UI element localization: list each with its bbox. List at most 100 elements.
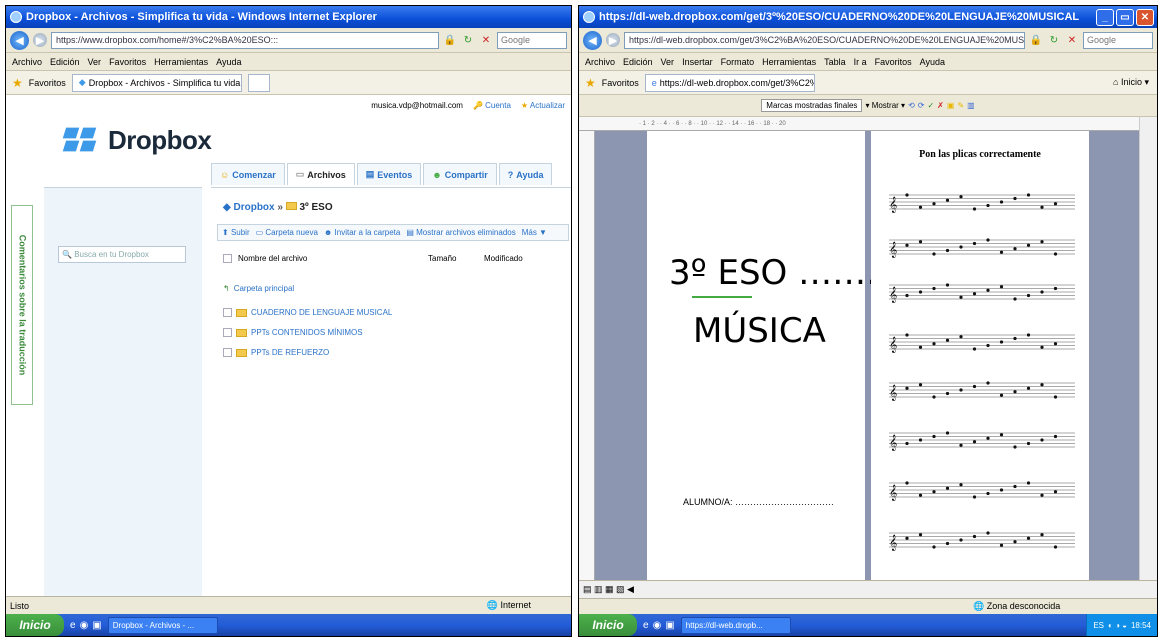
next-change-icon[interactable]: ⟳ <box>918 101 925 110</box>
menu-ayuda[interactable]: Ayuda <box>920 57 945 67</box>
taskbar-task[interactable]: https://dl-web.dropb... <box>680 616 791 634</box>
file-name[interactable]: PPTs CONTENIDOS MÍNIMOS <box>251 328 363 337</box>
home-button[interactable]: ⌂ Inicio ▾ <box>1113 77 1149 88</box>
favorites-button[interactable]: Favoritos <box>29 78 66 88</box>
comment-icon[interactable]: ▣ <box>947 101 955 110</box>
back-button[interactable]: ◀ <box>10 30 29 50</box>
row-checkbox[interactable] <box>223 348 232 357</box>
refresh-icon[interactable]: ↻ <box>1047 33 1061 47</box>
note-head <box>986 288 990 292</box>
file-name[interactable]: CUADERNO DE LENGUAJE MUSICAL <box>251 308 392 317</box>
menu-edicion[interactable]: Edición <box>50 57 80 67</box>
start-button[interactable]: Inicio <box>6 614 64 636</box>
column-size[interactable]: Tamaño <box>428 254 484 263</box>
menu-herramientas[interactable]: Herramientas <box>154 57 208 67</box>
favorites-button[interactable]: Favoritos <box>602 78 639 88</box>
view-buttons[interactable]: ▤ ▥ ▦ ▧ ◀ <box>583 584 634 595</box>
vertical-scrollbar[interactable] <box>1139 117 1157 580</box>
row-checkbox[interactable] <box>223 308 232 317</box>
forward-button[interactable]: ▶ <box>33 33 47 47</box>
desktop-icon[interactable]: ▣ <box>665 620 674 631</box>
menu-formato[interactable]: Formato <box>721 57 755 67</box>
language-indicator[interactable]: ES <box>1093 621 1104 630</box>
menu-herramientas[interactable]: Herramientas <box>762 57 816 67</box>
tab-comenzar[interactable]: ☺ Comenzar <box>211 163 285 185</box>
reject-icon[interactable]: ✗ <box>937 101 944 110</box>
new-folder-button[interactable]: ▭ Carpeta nueva <box>256 228 318 237</box>
menu-ir-a[interactable]: Ir a <box>854 57 867 67</box>
browser-tab[interactable]: ◆ Dropbox - Archivos - Simplifica tu vid… <box>71 73 242 92</box>
file-row[interactable]: CUADERNO DE LENGUAJE MUSICAL <box>223 308 392 317</box>
refresh-icon[interactable]: ↻ <box>461 33 475 47</box>
note-head <box>945 248 950 253</box>
stop-icon[interactable]: ✕ <box>1065 33 1079 47</box>
lock-icon[interactable]: 🔒 <box>443 33 457 47</box>
tray-icons[interactable]: ◐ ◑ ◒ <box>1108 621 1127 630</box>
close-button[interactable]: ✕ <box>1136 8 1154 26</box>
invite-button[interactable]: ☻ Invitar a la carpeta <box>324 228 400 237</box>
taskbar-task[interactable]: Dropbox - Archivos - ... <box>107 616 218 634</box>
menu-ayuda[interactable]: Ayuda <box>216 57 241 67</box>
media-icon[interactable]: ◉ <box>653 620 662 631</box>
markup-dropdown[interactable]: Marcas mostradas finales <box>761 99 863 112</box>
update-link[interactable]: ★ Actualizar <box>521 101 565 110</box>
file-name[interactable]: PPTs DE REFUERZO <box>251 348 329 357</box>
start-button[interactable]: Inicio <box>579 614 637 636</box>
treble-clef-icon: 𝄞 <box>889 485 897 501</box>
account-link[interactable]: 🔑 Cuenta <box>473 101 511 110</box>
menu-insertar[interactable]: Insertar <box>682 57 713 67</box>
taskbar: Inicio e ◉ ▣ Dropbox - Archivos - ... <box>6 614 571 636</box>
prev-change-icon[interactable]: ⟲ <box>908 101 915 110</box>
breadcrumb-root[interactable]: Dropbox <box>233 202 274 213</box>
feedback-tab[interactable]: Comentarios sobre la traducción <box>11 205 33 405</box>
menu-archivo[interactable]: Archivo <box>12 57 42 67</box>
search-input[interactable]: Google <box>497 31 567 49</box>
address-input[interactable]: https://www.dropbox.com/home#/3%C2%BA%20… <box>51 31 439 49</box>
menu-favoritos[interactable]: Favoritos <box>875 57 912 67</box>
highlight-icon[interactable]: ✎ <box>957 101 964 110</box>
ie-icon[interactable]: e <box>70 620 76 631</box>
maximize-button[interactable]: ▭ <box>1116 8 1134 26</box>
lock-icon[interactable]: 🔒 <box>1029 33 1043 47</box>
search-input[interactable]: Google <box>1083 31 1153 49</box>
show-deleted-button[interactable]: ▤ Mostrar archivos eliminados <box>406 228 515 237</box>
select-all-checkbox[interactable] <box>223 254 232 263</box>
row-checkbox[interactable] <box>223 328 232 337</box>
media-icon[interactable]: ◉ <box>80 620 89 631</box>
address-input[interactable]: https://dl-web.dropbox.com/get/3%C2%BA%2… <box>624 31 1025 49</box>
tab-ayuda[interactable]: ? Ayuda <box>498 163 553 185</box>
menu-tabla[interactable]: Tabla <box>824 57 846 67</box>
accept-icon[interactable]: ✓ <box>927 101 934 110</box>
column-name[interactable]: Nombre del archivo <box>238 254 428 263</box>
ie-icon[interactable]: e <box>643 620 649 631</box>
file-row[interactable]: PPTs CONTENIDOS MÍNIMOS <box>223 328 363 337</box>
parent-folder-link[interactable]: ↰ Carpeta principal <box>223 284 294 293</box>
browser-tab[interactable]: e https://dl-web.dropbox.com/get/3%C2%BA… <box>644 73 815 92</box>
minimize-button[interactable]: _ <box>1096 8 1114 26</box>
more-button[interactable]: Más ▼ <box>522 228 547 237</box>
tab-eventos[interactable]: ▤ Eventos <box>356 163 422 185</box>
menu-ver[interactable]: Ver <box>661 57 675 67</box>
upload-button[interactable]: ⬆ Subir <box>222 228 250 237</box>
new-tab-button[interactable] <box>247 73 270 92</box>
note-head <box>1040 533 1044 537</box>
tab-compartir[interactable]: ☻ Compartir <box>423 163 497 185</box>
vertical-ruler[interactable] <box>579 131 595 580</box>
menu-edicion[interactable]: Edición <box>623 57 653 67</box>
back-button[interactable]: ◀ <box>583 30 602 50</box>
stop-icon[interactable]: ✕ <box>479 33 493 47</box>
dropbox-search-input[interactable]: 🔍 Busca en tu Dropbox <box>58 246 186 263</box>
desktop-icon[interactable]: ▣ <box>92 620 101 631</box>
file-row[interactable]: PPTs DE REFUERZO <box>223 348 329 357</box>
horizontal-ruler[interactable]: · 1 · 2 · · 4 · · 6 · · 8 · · 10 · · 12 … <box>579 117 1157 131</box>
menu-favoritos[interactable]: Favoritos <box>109 57 146 67</box>
tab-archivos[interactable]: ▭ Archivos <box>286 163 355 185</box>
reviewing-pane-icon[interactable]: ▥ <box>967 101 975 110</box>
column-modified[interactable]: Modificado <box>484 254 523 263</box>
dropbox-logo[interactable]: Dropbox <box>62 125 212 156</box>
menu-archivo[interactable]: Archivo <box>585 57 615 67</box>
show-button[interactable]: ▾ Mostrar ▾ <box>865 101 905 110</box>
forward-button[interactable]: ▶ <box>606 33 620 47</box>
document-area: 3º ESO ……… MÚSICA ALUMNO/A: …………………………… … <box>595 131 1139 580</box>
menu-ver[interactable]: Ver <box>88 57 102 67</box>
